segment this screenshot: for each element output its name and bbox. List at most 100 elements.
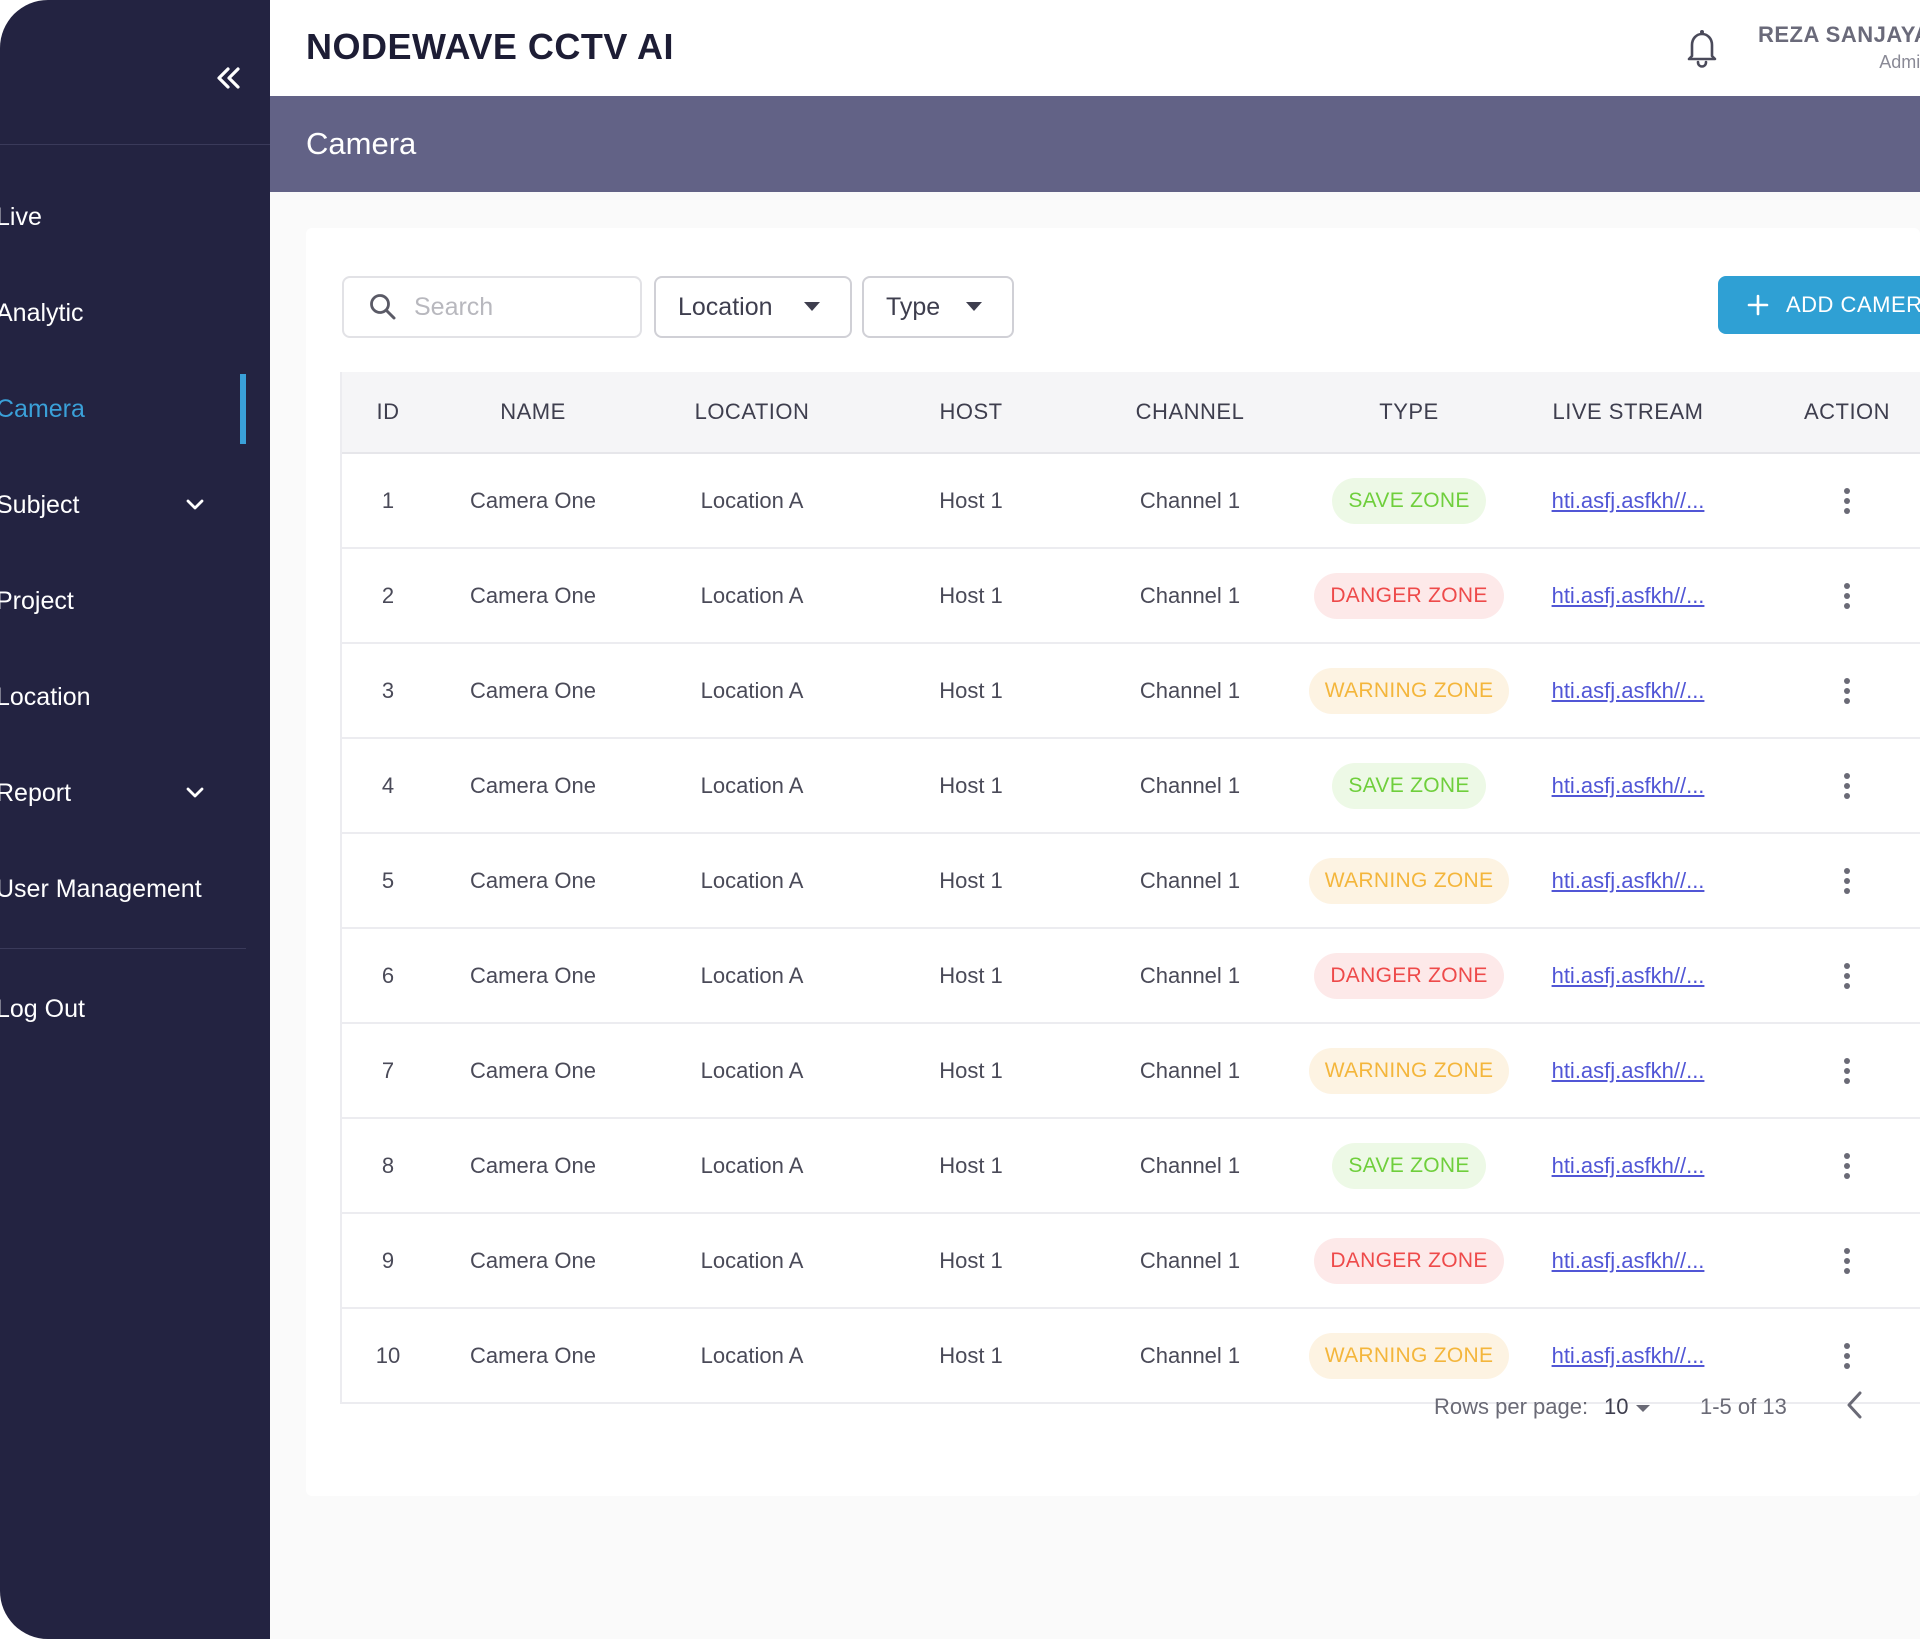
sidebar-item-label: Camera [0,394,85,423]
column-header-host[interactable]: HOST [872,372,1070,452]
column-header-id[interactable]: ID [342,372,434,452]
add-camera-button[interactable]: ADD CAMER [1718,276,1920,334]
cell-name: Camera One [470,582,596,608]
page-banner: Camera [270,96,1920,192]
column-header-channel[interactable]: CHANNEL [1070,372,1310,452]
cell-live-stream: hti.asfj.asfkh//... [1508,834,1748,927]
cell-type: SAVE ZONE [1310,739,1508,832]
more-options-icon[interactable] [1843,487,1851,515]
cell-action [1748,929,1920,1022]
more-options-icon[interactable] [1843,1057,1851,1085]
user-role: Admin [1879,52,1920,72]
cell-host: Host 1 [939,1152,1003,1178]
table-row[interactable]: 8 Camera One Location A Host 1 Channel 1 SAVE… [342,1119,1920,1214]
location-filter-dropdown[interactable]: Location [654,276,852,338]
cell-id: 2 [381,582,395,608]
sidebar-item-subject[interactable]: Subject [0,468,246,542]
live-stream-link[interactable]: hti.asfj.asfkh//... [1552,1153,1705,1179]
type-filter-dropdown[interactable]: Type [862,276,1014,338]
cell-id: 8 [381,1152,395,1178]
column-header-location[interactable]: LOCATION [632,372,872,452]
more-options-icon[interactable] [1843,962,1851,990]
table-row[interactable]: 4 Camera One Location A Host 1 Channel 1 SAVE… [342,739,1920,834]
sidebar-item-label: Report [0,778,72,807]
live-stream-link[interactable]: hti.asfj.asfkh//... [1552,1248,1705,1274]
camera-card: Location Type ADD CAMER ID NAME LOCATION… [306,228,1920,1496]
cell-location: Location A [700,1057,804,1083]
cell-action [1748,739,1920,832]
cell-name: Camera One [470,1152,596,1178]
cell-action [1748,644,1920,737]
sidebar-item-camera[interactable]: Camera [0,372,246,446]
more-options-icon[interactable] [1843,772,1851,800]
table-row[interactable]: 3 Camera One Location A Host 1 Channel 1 WARN… [342,644,1920,739]
more-options-icon[interactable] [1843,1152,1851,1180]
more-options-icon[interactable] [1843,582,1851,610]
table-row[interactable]: 5 Camera One Location A Host 1 Channel 1 WARN… [342,834,1920,929]
sidebar-item-analytic[interactable]: Analytic [0,276,246,350]
search-field[interactable] [342,276,642,338]
more-options-icon[interactable] [1843,677,1851,705]
previous-page-icon[interactable] [1843,1388,1867,1422]
sidebar-item-label: Project [0,586,74,615]
column-header-type[interactable]: TYPE [1310,372,1508,452]
cell-name: Camera One [470,962,596,988]
cell-id: 1 [381,487,395,513]
cell-action [1748,1214,1920,1307]
zone-type-badge: WARNING ZONE [1308,1332,1510,1379]
sidebar-item-location[interactable]: Location [0,660,246,734]
logout-button[interactable]: Log Out [0,972,246,1046]
sidebar-item-user-management[interactable]: User Management [0,852,246,926]
rows-per-page-select[interactable]: 10 [1604,1394,1628,1420]
table-row[interactable]: 2 Camera One Location A Host 1 Channel 1 DANG… [342,549,1920,644]
live-stream-link[interactable]: hti.asfj.asfkh//... [1552,678,1705,704]
more-options-icon[interactable] [1843,1342,1851,1370]
cell-channel: Channel 1 [1139,582,1241,608]
more-options-icon[interactable] [1843,867,1851,895]
cell-type: DANGER ZONE [1310,549,1508,642]
cell-channel: Channel 1 [1139,1057,1241,1083]
plus-icon [1746,293,1770,317]
sidebar-item-project[interactable]: Project [0,564,246,638]
column-header-name[interactable]: NAME [434,372,632,452]
column-header-action: ACTION [1803,399,1891,424]
table-header: ID NAME LOCATION HOST CHANNEL TYPE LIVE … [342,372,1920,454]
live-stream-link[interactable]: hti.asfj.asfkh//... [1552,1058,1705,1084]
sidebar-item-report[interactable]: Report [0,756,246,830]
live-stream-link[interactable]: hti.asfj.asfkh//... [1552,963,1705,989]
pagination: Rows per page: 10 1-5 of 13 [306,1388,1920,1428]
cell-channel: Channel 1 [1139,867,1241,893]
notification-bell-icon[interactable] [1682,26,1722,70]
live-stream-link[interactable]: hti.asfj.asfkh//... [1552,583,1705,609]
cell-type: SAVE ZONE [1310,454,1508,547]
table-row[interactable]: 9 Camera One Location A Host 1 Channel 1 DANG… [342,1214,1920,1309]
table-row[interactable]: 6 Camera One Location A Host 1 Channel 1 DANG… [342,929,1920,1024]
table-row[interactable]: 7 Camera One Location A Host 1 Channel 1 WARN… [342,1024,1920,1119]
add-camera-label: ADD CAMER [1786,292,1920,317]
user-profile[interactable]: REZA SANJAYA Admin [1758,22,1920,73]
live-stream-link[interactable]: hti.asfj.asfkh//... [1552,1343,1705,1369]
more-options-icon[interactable] [1843,1247,1851,1275]
zone-type-badge: SAVE ZONE [1332,1142,1486,1189]
cell-id: 4 [381,772,395,798]
search-input[interactable] [412,291,616,323]
app-window: Live Analytic Camera Subject Project Loc… [0,0,1920,1639]
cell-type: WARNING ZONE [1308,644,1510,737]
live-stream-link[interactable]: hti.asfj.asfkh//... [1552,773,1705,799]
sidebar-item-live[interactable]: Live [0,180,246,254]
logout-label: Log Out [0,994,85,1023]
cell-live-stream: hti.asfj.asfkh//... [1508,1024,1748,1117]
chevron-down-icon [182,492,208,518]
cell-live-stream: hti.asfj.asfkh//... [1508,929,1748,1022]
live-stream-link[interactable]: hti.asfj.asfkh//... [1552,868,1705,894]
live-stream-link[interactable]: hti.asfj.asfkh//... [1552,488,1705,514]
cell-type: WARNING ZONE [1308,1024,1510,1117]
table-row[interactable]: 1 Camera One Location A Host 1 Channel 1 SAVE… [342,454,1920,549]
cell-live-stream: hti.asfj.asfkh//... [1508,549,1748,642]
sidebar-item-label: Analytic [0,298,84,327]
location-filter-label: Location [678,292,773,321]
cell-live-stream: hti.asfj.asfkh//... [1508,644,1748,737]
column-header-live-stream[interactable]: LIVE STREAM [1508,372,1748,452]
caret-down-icon[interactable] [1636,1405,1650,1412]
collapse-sidebar-icon[interactable] [210,60,246,96]
